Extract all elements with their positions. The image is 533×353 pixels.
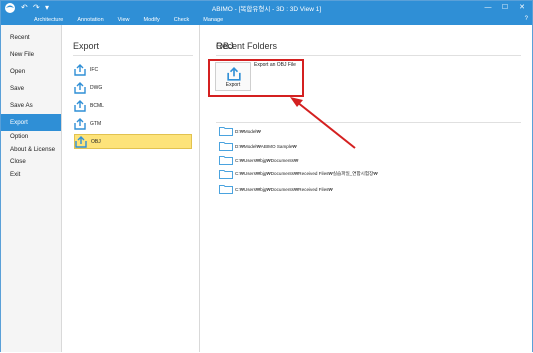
sidebar-item-save[interactable]: Save bbox=[1, 80, 61, 97]
divider bbox=[73, 55, 193, 56]
format-label: GTM bbox=[90, 120, 102, 127]
sidebar-item-close[interactable]: Close bbox=[1, 156, 61, 169]
divider bbox=[216, 55, 521, 56]
format-label: DWG bbox=[90, 84, 103, 91]
export-arrow-up-icon bbox=[74, 63, 86, 76]
folder-path: D:₩Model₩ABIMO Sample₩ bbox=[235, 143, 297, 149]
sidebar-item-new-file[interactable]: New File bbox=[1, 46, 61, 63]
divider bbox=[216, 122, 521, 123]
sidebar-item-save-as[interactable]: Save As bbox=[1, 97, 61, 114]
recent-folder-item[interactable]: C:₩Users₩bjg₩Documents₩ bbox=[219, 155, 298, 165]
tab-manage[interactable]: Manage bbox=[196, 16, 230, 24]
sidebar-item-open[interactable]: Open bbox=[1, 63, 61, 80]
folder-icon bbox=[219, 142, 233, 151]
format-item-bcml[interactable]: BCML bbox=[74, 98, 192, 113]
folder-icon bbox=[219, 127, 233, 136]
format-item-dwg[interactable]: DWG bbox=[74, 80, 192, 95]
tab-check[interactable]: Check bbox=[167, 16, 197, 24]
format-item-gtm[interactable]: GTM bbox=[74, 116, 192, 131]
sidebar-item-about-license[interactable]: About & License bbox=[1, 144, 61, 157]
export-arrow-up-icon bbox=[75, 135, 87, 148]
sidebar-item-recent[interactable]: Recent bbox=[1, 29, 61, 46]
export-format-panel: Export IFC DWG BCML GTM OBJ bbox=[62, 25, 200, 352]
tab-view[interactable]: View bbox=[111, 16, 137, 24]
folder-path: C:₩Users₩bjg₩Documents₩Received Files₩실습… bbox=[235, 171, 378, 176]
recent-folders-heading: Recent Folders bbox=[216, 41, 278, 51]
folder-path: C:₩Users₩bjg₩Documents₩ bbox=[235, 157, 299, 163]
sidebar-item-option[interactable]: Option bbox=[1, 131, 61, 144]
format-item-obj[interactable]: OBJ bbox=[74, 134, 192, 149]
tab-annotation[interactable]: Annotation bbox=[70, 16, 110, 24]
format-label: BCML bbox=[90, 102, 104, 109]
export-content-panel: OBJ Export Export an OBJ File Recent Fol… bbox=[200, 25, 532, 352]
window-title: ABIMO - [복합유형시 - 3D : 3D View 1] bbox=[211, 6, 322, 13]
sidebar-item-exit[interactable]: Exit bbox=[1, 169, 61, 182]
format-label: OBJ bbox=[91, 138, 101, 145]
format-item-ifc[interactable]: IFC bbox=[74, 62, 192, 77]
tab-modify[interactable]: Modify bbox=[137, 16, 167, 24]
folder-path: D:₩Model₩ bbox=[235, 128, 261, 134]
window-controls: — ☐ ✕ bbox=[480, 2, 530, 13]
help-icon[interactable]: ? bbox=[525, 16, 528, 22]
recent-folder-item[interactable]: D:₩Model₩ABIMO Sample₩ bbox=[219, 141, 297, 151]
recent-folder-item[interactable]: D:₩Model₩ bbox=[219, 126, 261, 136]
format-label: IFC bbox=[90, 66, 99, 73]
ribbon-tabs: Architecture Annotation View Modify Chec… bbox=[1, 15, 532, 25]
backstage-sidebar: Recent New File Open Save Save As Export… bbox=[1, 25, 62, 352]
tab-architecture[interactable]: Architecture bbox=[27, 16, 70, 24]
recent-folder-item[interactable]: C:₩Users₩bjg₩Documents₩Received Files₩실습… bbox=[219, 169, 378, 179]
maximize-button[interactable]: ☐ bbox=[497, 2, 513, 13]
export-panel-heading: Export bbox=[73, 41, 100, 51]
export-arrow-up-icon bbox=[74, 81, 86, 94]
sidebar-item-export[interactable]: Export bbox=[1, 114, 61, 131]
folder-path: C:₩Users₩bjg₩Documents₩Received Files₩ bbox=[235, 186, 333, 192]
application-window: ↶ ↷ ▾ ABIMO - [복합유형시 - 3D : 3D View 1] —… bbox=[0, 0, 533, 352]
title-bar: ↶ ↷ ▾ ABIMO - [복합유형시 - 3D : 3D View 1] —… bbox=[1, 1, 532, 15]
annotation-highlight-box bbox=[208, 59, 304, 97]
recent-folder-item[interactable]: C:₩Users₩bjg₩Documents₩Received Files₩ bbox=[219, 184, 333, 194]
folder-icon bbox=[219, 156, 233, 165]
folder-icon bbox=[219, 185, 233, 194]
folder-icon bbox=[219, 170, 233, 179]
minimize-button[interactable]: — bbox=[480, 2, 496, 13]
export-arrow-up-icon bbox=[74, 99, 86, 112]
export-arrow-up-icon bbox=[74, 117, 86, 130]
close-window-button[interactable]: ✕ bbox=[514, 2, 530, 13]
